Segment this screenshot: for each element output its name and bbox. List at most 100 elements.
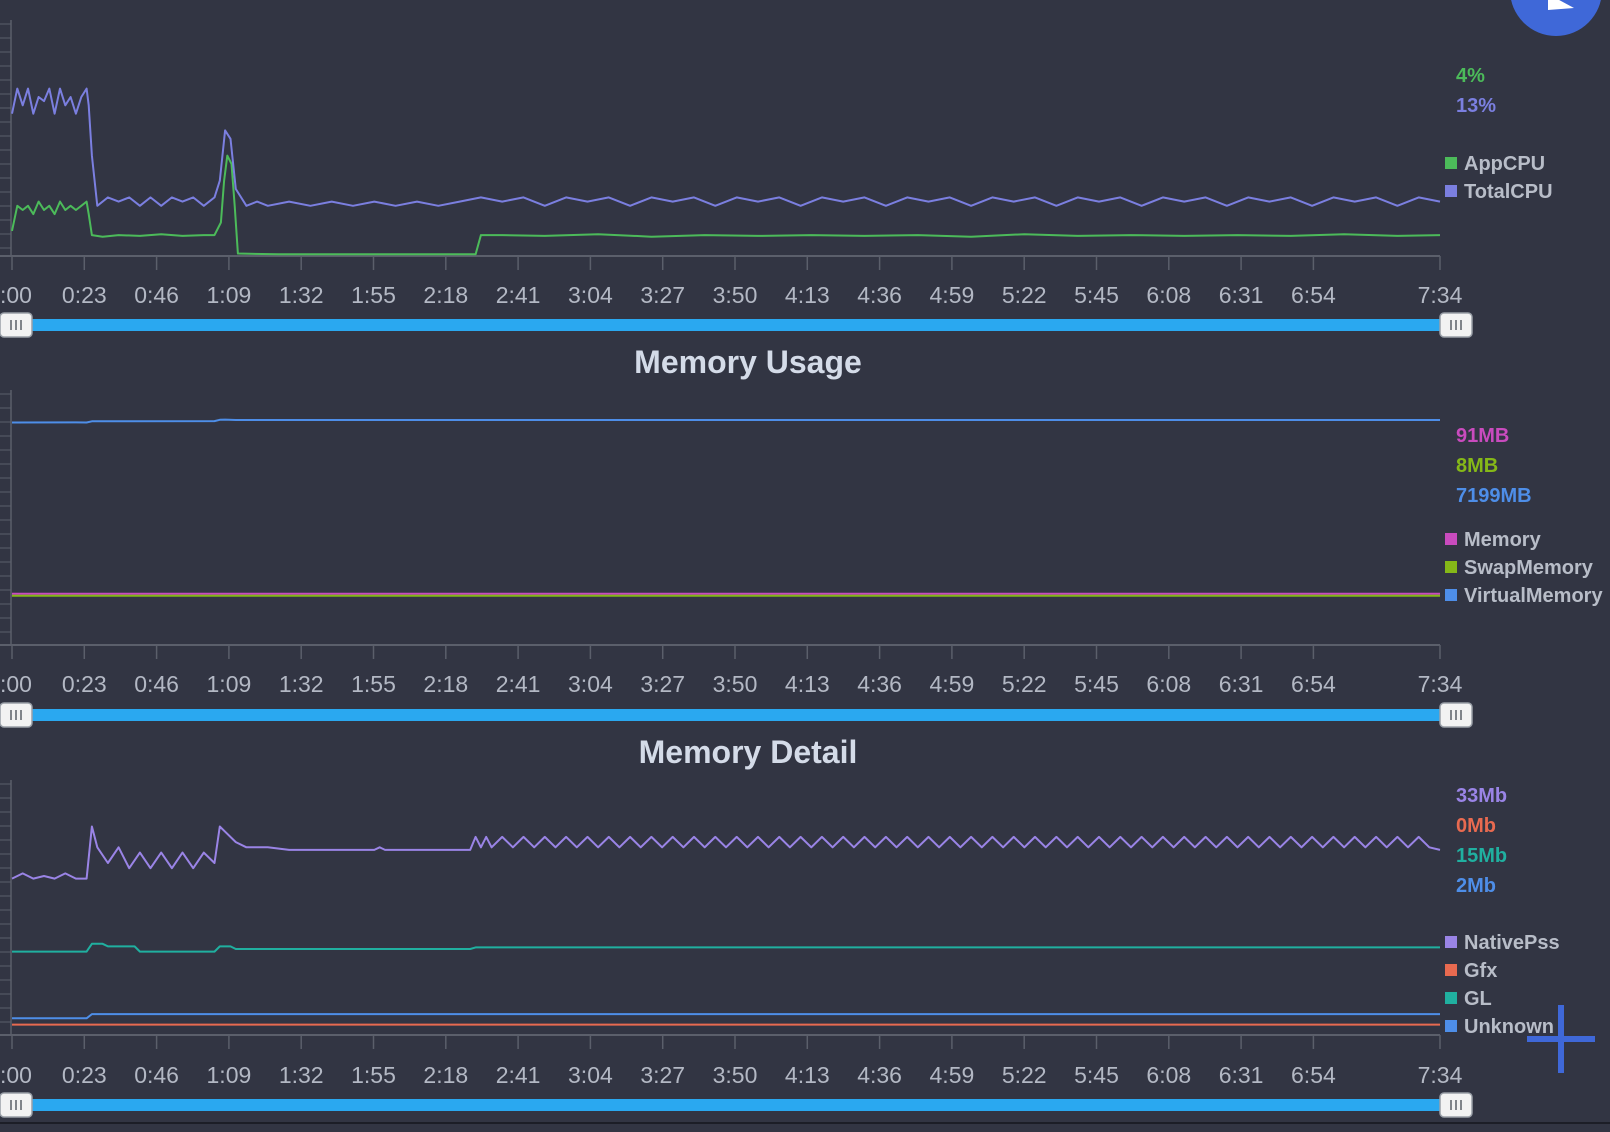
y-axis — [0, 780, 12, 1035]
legend-label: SwapMemory — [1464, 557, 1594, 579]
legend-swatch — [1445, 936, 1457, 948]
legend-swatch — [1445, 157, 1457, 169]
range-slider[interactable] — [0, 1092, 1473, 1118]
legend-label: TotalCPU — [1464, 181, 1553, 203]
slider-handle-right[interactable] — [1439, 702, 1473, 728]
x-tick-label: 3:04 — [568, 671, 613, 697]
slider-handle-right[interactable] — [1439, 1092, 1473, 1118]
legend-item-memory[interactable]: Memory — [1445, 529, 1542, 551]
current-value: 15Mb — [1456, 845, 1507, 867]
current-value: 7199MB — [1456, 485, 1532, 507]
legend-swatch — [1445, 589, 1457, 601]
legend-item-gl[interactable]: GL — [1445, 988, 1492, 1010]
x-tick-label: 3:04 — [568, 1062, 613, 1088]
play-button[interactable] — [1510, 0, 1602, 36]
x-tick-label: 4:36 — [857, 1062, 902, 1088]
x-axis: :00 0:23 0:46 1:09 1:32 1:55 2:18 2:41 3:04 3:27 3… — [0, 255, 1463, 308]
slider-handle-left[interactable] — [0, 702, 33, 728]
x-tick-label: 1:55 — [351, 1062, 396, 1088]
x-tick-label: 2:18 — [423, 282, 468, 308]
legend-item-virtualmemory[interactable]: VirtualMemory — [1445, 585, 1603, 607]
x-tick-label: 0:46 — [134, 282, 179, 308]
x-tick-label: 6:54 — [1291, 1062, 1336, 1088]
legend-item-unknown[interactable]: Unknown — [1445, 1016, 1554, 1038]
x-tick-label: 3:50 — [713, 671, 758, 697]
series-line-totalcpu — [11, 87, 1441, 207]
legend-item-totalcpu[interactable]: TotalCPU — [1445, 181, 1553, 203]
x-tick-label: 3:27 — [640, 282, 685, 308]
x-tick-label: :00 — [0, 282, 32, 308]
x-tick-label: 5:22 — [1002, 671, 1047, 697]
x-tick-label: :00 — [0, 1062, 32, 1088]
legend-item-appcpu[interactable]: AppCPU — [1445, 153, 1545, 175]
memory-detail-chart: Memory Detail:00 0:23 0:46 1:09 1:32 1:55 2:18… — [0, 734, 1560, 1118]
legend-item-gfx[interactable]: Gfx — [1445, 960, 1497, 982]
x-tick-label: 6:31 — [1219, 282, 1264, 308]
x-tick-label: 4:59 — [930, 1062, 975, 1088]
x-tick-label: 4:59 — [930, 671, 975, 697]
x-tick-label: 4:36 — [857, 282, 902, 308]
slider-track[interactable] — [14, 1099, 1454, 1111]
memory-usage-chart: Memory Usage:00 0:23 0:46 1:09 1:32 1:55 2:18 2… — [0, 344, 1603, 728]
x-tick-label: 2:41 — [496, 1062, 541, 1088]
x-tick-label: 6:54 — [1291, 282, 1336, 308]
slider-handle-left[interactable] — [0, 312, 33, 338]
x-tick-label: 4:13 — [785, 671, 830, 697]
legend-label: Memory — [1464, 529, 1542, 551]
x-tick-label: 6:54 — [1291, 671, 1336, 697]
legend-label: Unknown — [1464, 1016, 1554, 1038]
legend-swatch — [1445, 533, 1457, 545]
x-tick-label: 6:31 — [1219, 671, 1264, 697]
range-slider[interactable] — [0, 702, 1473, 728]
legend-label: AppCPU — [1464, 153, 1545, 175]
x-tick-label: 0:23 — [62, 671, 107, 697]
bottom-divider — [0, 1122, 1610, 1124]
x-tick-label: 1:55 — [351, 671, 396, 697]
current-value: 2Mb — [1456, 875, 1496, 897]
x-tick-label: 4:36 — [857, 671, 902, 697]
legend-swatch — [1445, 185, 1457, 197]
legend-item-swapmemory[interactable]: SwapMemory — [1445, 557, 1594, 579]
current-value: 91MB — [1456, 425, 1509, 447]
x-tick-label: 3:50 — [713, 282, 758, 308]
range-slider[interactable] — [0, 312, 1473, 338]
memory-detail-title: Memory Detail — [639, 734, 858, 770]
x-tick-label: 2:41 — [496, 671, 541, 697]
x-tick-label: :00 — [0, 671, 32, 697]
legend-swatch — [1445, 964, 1457, 976]
y-axis — [0, 20, 12, 256]
x-tick-label: 5:22 — [1002, 1062, 1047, 1088]
legend-label: VirtualMemory — [1464, 585, 1603, 607]
cpu-chart: :00 0:23 0:46 1:09 1:32 1:55 2:18 2:41 3:04 3:27 3… — [0, 20, 1553, 338]
x-tick-label: 2:41 — [496, 282, 541, 308]
current-value: 4% — [1456, 65, 1485, 87]
slider-handle-right[interactable] — [1439, 312, 1473, 338]
current-value: 33Mb — [1456, 785, 1507, 807]
x-tick-label: 1:32 — [279, 671, 324, 697]
slider-handle-left[interactable] — [0, 1092, 33, 1118]
legend-item-nativepss[interactable]: NativePss — [1445, 932, 1560, 954]
x-tick-label: 5:45 — [1074, 671, 1119, 697]
legend-label: Gfx — [1464, 960, 1497, 982]
x-tick-label: 5:22 — [1002, 282, 1047, 308]
legend-swatch — [1445, 1020, 1457, 1032]
series-line-unknown — [12, 1013, 1440, 1020]
y-axis — [0, 390, 12, 645]
x-tick-label: 6:08 — [1146, 1062, 1191, 1088]
slider-track[interactable] — [14, 709, 1454, 721]
x-tick-label: 7:34 — [1418, 282, 1463, 308]
x-tick-label: 1:32 — [279, 1062, 324, 1088]
legend-label: NativePss — [1464, 932, 1560, 954]
x-tick-label: 1:55 — [351, 282, 396, 308]
series-line-gl — [12, 942, 1440, 953]
x-axis: :00 0:23 0:46 1:09 1:32 1:55 2:18 2:41 3:04 3:27 3… — [0, 644, 1463, 697]
dashboard-canvas: :00 0:23 0:46 1:09 1:32 1:55 2:18 2:41 3:04 3:27 3… — [0, 0, 1610, 1124]
series-line-nativepss — [11, 825, 1441, 880]
x-tick-label: 2:18 — [423, 671, 468, 697]
x-tick-label: 4:13 — [785, 1062, 830, 1088]
slider-track[interactable] — [14, 319, 1454, 331]
current-value: 13% — [1456, 95, 1496, 117]
series-line-virtualmemory — [11, 418, 1440, 424]
x-tick-label: 1:09 — [207, 282, 252, 308]
x-tick-label: 1:09 — [207, 1062, 252, 1088]
